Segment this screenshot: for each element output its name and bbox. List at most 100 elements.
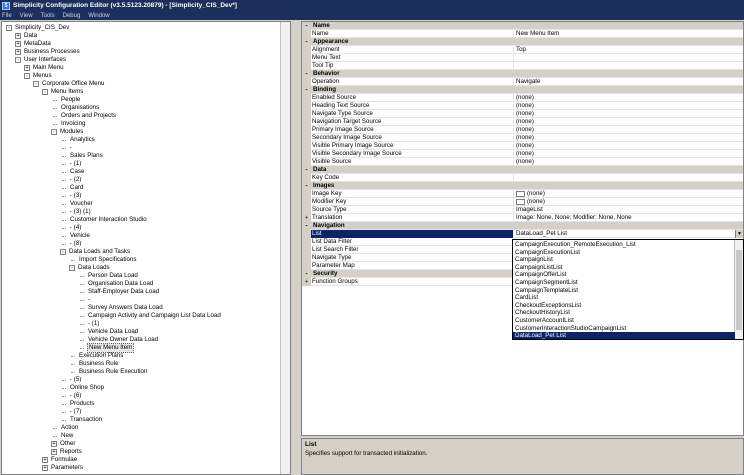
tree-node[interactable]: - Data Loads and Tasks bbox=[60, 248, 131, 256]
tree-node-label[interactable]: Other bbox=[59, 440, 76, 448]
tree-node[interactable]: + MetaData bbox=[15, 40, 52, 48]
property-value[interactable]: Navigate bbox=[514, 78, 743, 86]
tree-node[interactable]: - Menus bbox=[24, 72, 53, 80]
tree-node-label[interactable]: Simplicity_CIS_Dev bbox=[14, 24, 70, 32]
collapse-icon[interactable]: - bbox=[302, 181, 311, 190]
dropdown-option[interactable]: DataLoad_Pet List bbox=[513, 332, 735, 339]
tree-node[interactable]: - (2) bbox=[60, 176, 82, 184]
tree-node-label[interactable]: Reports bbox=[59, 448, 83, 456]
tree-node[interactable]: Execution Plans bbox=[69, 352, 124, 360]
tree-node-label[interactable]: Invoicing bbox=[60, 120, 86, 128]
tree-node[interactable]: - (4) bbox=[60, 224, 82, 232]
tree-node-label[interactable]: - (8) bbox=[69, 240, 82, 248]
tree-node[interactable]: - Simplicity_CIS_Dev bbox=[6, 24, 70, 32]
tree-node-label[interactable]: Vehicle Data Load bbox=[87, 328, 139, 336]
tree-node[interactable]: Case bbox=[60, 168, 85, 176]
tree-node-label[interactable]: User Interfaces bbox=[23, 56, 67, 64]
tree-node[interactable]: Survey Answers Data Load bbox=[78, 304, 164, 312]
tree-node[interactable]: - (7) bbox=[60, 408, 82, 416]
chevron-down-icon[interactable]: ▼ bbox=[735, 229, 743, 238]
property-value[interactable]: (none) bbox=[514, 126, 743, 134]
property-value[interactable]: (none) bbox=[514, 158, 743, 166]
tree-node-label[interactable]: Online Shop bbox=[69, 384, 105, 392]
property-row[interactable]: Key Code bbox=[302, 173, 743, 182]
tree-node-label[interactable]: Menus bbox=[32, 72, 53, 80]
property-value[interactable]: (none) bbox=[514, 102, 743, 110]
tree-node-label[interactable]: Voucher bbox=[69, 200, 94, 208]
expand-icon[interactable]: + bbox=[302, 213, 311, 222]
tree-node[interactable]: - bbox=[78, 296, 91, 304]
tree-node[interactable]: - Corporate Office Menu bbox=[33, 80, 105, 88]
tree-node-label[interactable]: Vehicle bbox=[69, 232, 91, 240]
collapse-icon[interactable]: - bbox=[33, 81, 39, 87]
property-value[interactable]: New Menu Item bbox=[514, 30, 743, 38]
tree-node[interactable]: + Main Menu bbox=[24, 64, 65, 72]
property-row[interactable]: Visible Source (none) bbox=[302, 157, 743, 166]
collapse-icon[interactable]: - bbox=[302, 22, 311, 30]
collapse-icon[interactable]: - bbox=[302, 85, 311, 94]
expand-icon[interactable]: + bbox=[24, 65, 30, 71]
property-value[interactable]: (none) bbox=[514, 198, 743, 206]
tree-node-label[interactable]: Data bbox=[23, 32, 38, 40]
collapse-icon[interactable]: - bbox=[6, 25, 12, 31]
expand-icon[interactable]: + bbox=[42, 457, 48, 463]
property-value[interactable]: (none) bbox=[514, 134, 743, 142]
property-value[interactable]: (none) bbox=[514, 94, 743, 102]
tree-node-label[interactable]: Business Rule bbox=[78, 360, 120, 368]
tree-node-label[interactable]: Import Specifications bbox=[78, 256, 137, 264]
tree-node[interactable]: Person Data Load bbox=[78, 272, 139, 280]
tree-node-label[interactable]: - (7) bbox=[69, 408, 82, 416]
tree-node[interactable]: Import Specifications bbox=[69, 256, 137, 264]
menu-tools[interactable]: Tools bbox=[41, 13, 55, 19]
property-row[interactable]: Name New Menu Item bbox=[302, 29, 743, 38]
menu-file[interactable]: File bbox=[2, 13, 12, 19]
property-value[interactable]: (none) bbox=[514, 190, 743, 198]
property-value[interactable]: Top bbox=[514, 46, 743, 54]
tree-node[interactable]: People bbox=[51, 96, 81, 104]
property-value[interactable]: ImageList bbox=[514, 206, 743, 214]
tree-node[interactable]: Customer Interaction Studio bbox=[60, 216, 148, 224]
property-row[interactable]: + Translation Image: None, None; Modifier:… bbox=[302, 213, 743, 222]
tree-scrollbar[interactable] bbox=[280, 22, 290, 474]
tree-node-label[interactable]: Campaign Activity and Campaign List Data… bbox=[87, 312, 222, 320]
tree-node[interactable]: - (3) bbox=[60, 192, 82, 200]
tree-node-label[interactable]: - (4) bbox=[69, 224, 82, 232]
tree-node[interactable]: Organisations bbox=[51, 104, 100, 112]
tree-node[interactable]: Analytics bbox=[60, 136, 96, 144]
tree-node-label[interactable]: Execution Plans bbox=[78, 352, 124, 360]
tree-node[interactable]: Vehicle Data Load bbox=[78, 328, 139, 336]
tree-node[interactable]: Orders and Projects bbox=[51, 112, 117, 120]
tree-node-label[interactable]: - bbox=[69, 144, 73, 152]
expand-icon[interactable]: + bbox=[15, 33, 21, 39]
tree-node[interactable]: Card bbox=[60, 184, 84, 192]
tree-node[interactable]: Invoicing bbox=[51, 120, 86, 128]
dropdown-scrollbar[interactable] bbox=[734, 240, 743, 339]
property-value[interactable] bbox=[514, 174, 743, 182]
tree-node-label[interactable]: Parameters bbox=[50, 464, 84, 472]
tree-node-label[interactable]: - (5) bbox=[69, 376, 82, 384]
tree-node-label[interactable]: - (3) (1) bbox=[69, 208, 92, 216]
collapse-icon[interactable]: - bbox=[42, 89, 48, 95]
tree-node-label[interactable]: Sales Plans bbox=[69, 152, 104, 160]
tree-node-label[interactable]: Staff-Employer Data Load bbox=[87, 288, 160, 296]
tree-node-label[interactable]: Case bbox=[69, 168, 85, 176]
property-value[interactable]: (none) bbox=[514, 110, 743, 118]
tree-node[interactable]: New bbox=[51, 432, 74, 440]
property-value[interactable]: (none) bbox=[514, 118, 743, 126]
property-grid[interactable]: - Name Name New Menu Item - Appearance Alignme… bbox=[301, 21, 744, 436]
tree-node[interactable]: Staff-Employer Data Load bbox=[78, 288, 160, 296]
tree-node[interactable]: Organisation Data Load bbox=[78, 280, 154, 288]
tree-node-label[interactable]: - (3) bbox=[69, 192, 82, 200]
property-value[interactable]: Image: None, None; Modifier: None, None bbox=[514, 214, 743, 222]
tree-node-label[interactable]: Organisation Data Load bbox=[87, 280, 154, 288]
tree-node[interactable]: + Data bbox=[15, 32, 38, 40]
tree-node-label[interactable]: People bbox=[60, 96, 81, 104]
tree-node-label[interactable]: Menu Items bbox=[50, 88, 84, 96]
expand-icon[interactable]: + bbox=[15, 41, 21, 47]
tree-node[interactable]: Vehicle bbox=[60, 232, 91, 240]
tree-node-label[interactable]: Data Loads bbox=[77, 264, 111, 272]
tree-node-label[interactable]: - bbox=[87, 296, 91, 304]
tree-node[interactable]: Business Rule Execution bbox=[69, 368, 148, 376]
tree-node[interactable]: Products bbox=[60, 400, 95, 408]
expand-icon[interactable]: + bbox=[51, 449, 57, 455]
